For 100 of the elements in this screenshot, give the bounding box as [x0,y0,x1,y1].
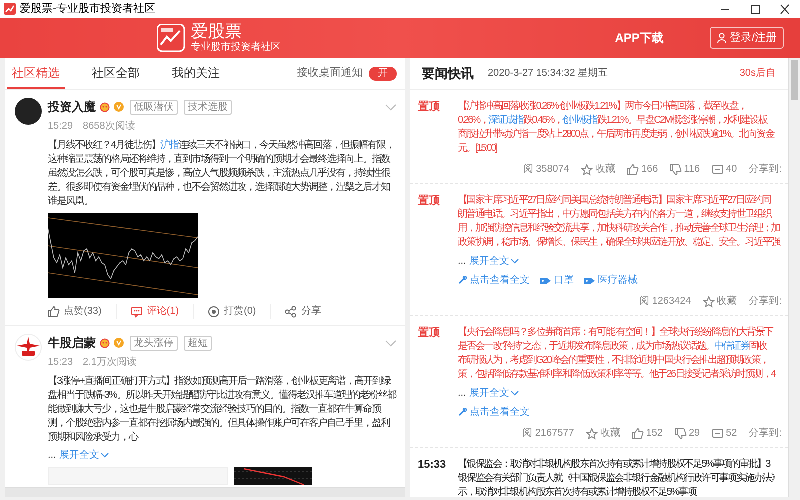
author-tag: 低吸潜伏 [130,100,178,114]
brand-name: 爱股票 [191,23,243,40]
share-icon [285,306,298,318]
expand-link[interactable]: 展开全文 [469,254,520,269]
like-button[interactable]: 166 [627,162,658,177]
stock-link[interactable]: 中信证券 [714,341,750,352]
community-tab[interactable]: 我的关注 [167,58,225,89]
favorite-button[interactable]: 收藏 [581,162,616,177]
brand-tagline: 专业股市投资者社区 [191,43,281,53]
coin-icon [208,306,220,318]
chevron-down-icon [511,259,520,264]
news-text-line: 【央行会降息吗？多位券商首席：有可能 有空间！】全球央行纷纷降息的大背景下 [458,326,774,340]
view-count: 阅 2167577 [522,427,574,441]
news-text-line: 0.26%，深证成指跌0.45%，创业板指跌1.21%。早盘C2M概念涨停潮，水利建设板 [458,114,769,128]
news-time: 15:33 [418,458,448,473]
ellipsis: ... [458,255,466,269]
ellipsis: ... [48,449,56,463]
link-icon [458,276,467,285]
window-title: 爱股票-专业股市投资者社区 [20,2,156,17]
login-button[interactable]: 登录/注册 [710,27,784,49]
post-time: 15:23 [48,356,74,370]
view-count: 阅 358074 [523,163,570,177]
app-icon [4,3,16,15]
verified-badge-icon [114,102,124,112]
news-text-line: 是否会一改“矜持”之态，于近期发布降息政策，成为市场热议话题。中信证券固收 [458,340,768,354]
thumbs-up-icon [627,164,640,176]
community-tab[interactable]: 社区全部 [87,58,145,89]
chevron-down-icon [511,391,520,396]
pinned-label: 置顶 [418,326,441,341]
notify-toggle[interactable]: 开 [369,66,397,80]
verified-badge-icon [114,338,124,348]
stock-link[interactable]: 深证成指 [488,115,524,126]
vertical-scrollbar[interactable] [788,58,800,497]
news-text-line: 商股拉升带动沪指一度站上2800点，午后两市再度走弱，创业板跌逾1%。北向资金 [458,128,776,142]
news-datetime: 2020-3-27 15:34:32 星期五 [488,66,608,81]
view-count: 阅 1263424 [640,295,692,309]
close-icon [778,4,792,14]
news-title: 要闻快讯 [422,64,474,83]
comment-button[interactable]: 52 [712,426,738,441]
news-text-line: 策，包括降低存款基准利率和降低政策利率等等。他于26日接受记者采访时预测，4 [458,368,777,382]
like-button[interactable]: 152 [632,426,663,441]
news-text-line: 布研报认为，考虑到G20峰会的重要性，不排除近期中国央行会推出超预期政策， [458,354,770,368]
chevron-down-icon [101,453,110,458]
stock-link[interactable]: 沪指 [160,140,179,151]
view-full-link[interactable]: 点击查看全文 [458,273,530,288]
topic-tag-link[interactable]: 医疗器械 [584,273,638,288]
user-icon [716,33,727,43]
author-tag: 超短 [184,336,212,350]
dislike-button[interactable]: 29 [674,426,700,441]
news-text-line: 【国家主席习近平27日应约同美国总统特朗普通电话】国家主席习近平27日应约同 [458,194,772,208]
favorite-button[interactable]: 收藏 [586,426,620,441]
share-label: 分享到: [749,426,782,441]
share-label: 分享到: [749,162,782,177]
refresh-countdown: 30s后自 [740,66,776,81]
horizontal-scrollbar[interactable] [5,487,405,497]
notify-label: 接收桌面通知 [297,66,363,82]
pinned-label: 置顶 [418,194,441,209]
news-text-line: 【沪指冲高回落收涨0.26% 创业板跌1.21%】两市今日冲高回落，截至收盘， [458,100,748,114]
comment-button[interactable]: 40 [712,162,738,177]
star-icon [703,296,716,308]
avatar-logo-icon [15,334,42,361]
star-icon [581,164,594,176]
chevron-down-icon [385,104,397,110]
scrollbar-thumb[interactable] [791,60,798,100]
app-download-link[interactable]: APP下载 [615,29,664,47]
favorite-button[interactable]: 收藏 [703,294,738,309]
expand-link[interactable]: 展开全文 [469,386,520,401]
read-count: 2.1万次阅读 [83,356,137,370]
news-text-line: 示，取消对非银机构股东首次持有或累计增持股权不足5%事项 [458,486,698,500]
expand-link[interactable]: 展开全文 [59,448,110,463]
author-name[interactable]: 牛股启蒙 [48,334,96,352]
logo-icon [157,24,185,52]
link-icon [458,408,467,417]
topic-tag-link[interactable]: 口罩 [540,273,574,288]
thumbs-down-icon [674,428,687,440]
pinned-label: 置顶 [418,100,441,115]
comment-icon [712,164,724,176]
thumbs-down-icon [670,164,682,176]
comment-button[interactable]: 评论(1) [130,304,194,319]
community-tab[interactable]: 社区精选 [7,58,65,89]
dislike-button[interactable]: 116 [670,162,700,177]
stock-link[interactable]: 创业板指 [562,115,598,126]
author-tag: 技术选股 [184,100,232,114]
post-time: 15:29 [48,120,74,134]
news-text-line: 【银保监会：取消对非银机构股东首次持有或累计增持股权不足5%事项的审批】3 [458,458,772,472]
reward-button[interactable]: 打赏(0) [208,304,272,319]
comment-icon [130,306,143,318]
post-text: 【月线不收红？4月徒悲伤】沪指连续三天不补缺口，今天虽然冲高回落，但振幅有限，这种缩量震荡的格局还将维持，直到市场得到一个明确的预期才会最终选择向上。指数虽然没怎么跌，可个股可真是惨，高位人气股频频杀跌，主流热点几乎没有，持续性很差。很多即使有资金埋伏的品种，也不会贸然进攻，选择跟随大势调整，涅槃之后才知谁是凤凰。 [48,139,396,209]
news-text-line: 用，加强防控信息和经验交流共享，加快科研攻关合作，推动完善全球卫生治理；加 [458,222,781,236]
author-name[interactable]: 投资入魔 [48,98,96,116]
thumbs-up-icon [632,428,644,440]
share-button[interactable]: 分享 [285,304,336,319]
tag-icon [584,276,595,284]
comment-icon [712,428,724,440]
avatar-photo [15,98,42,125]
star-icon [586,428,598,440]
tag-icon [540,276,551,284]
like-button[interactable]: 点赞(33) [48,304,117,319]
news-text-line: 元。[15:00] [458,142,498,156]
view-full-link[interactable]: 点击查看全文 [458,405,530,420]
